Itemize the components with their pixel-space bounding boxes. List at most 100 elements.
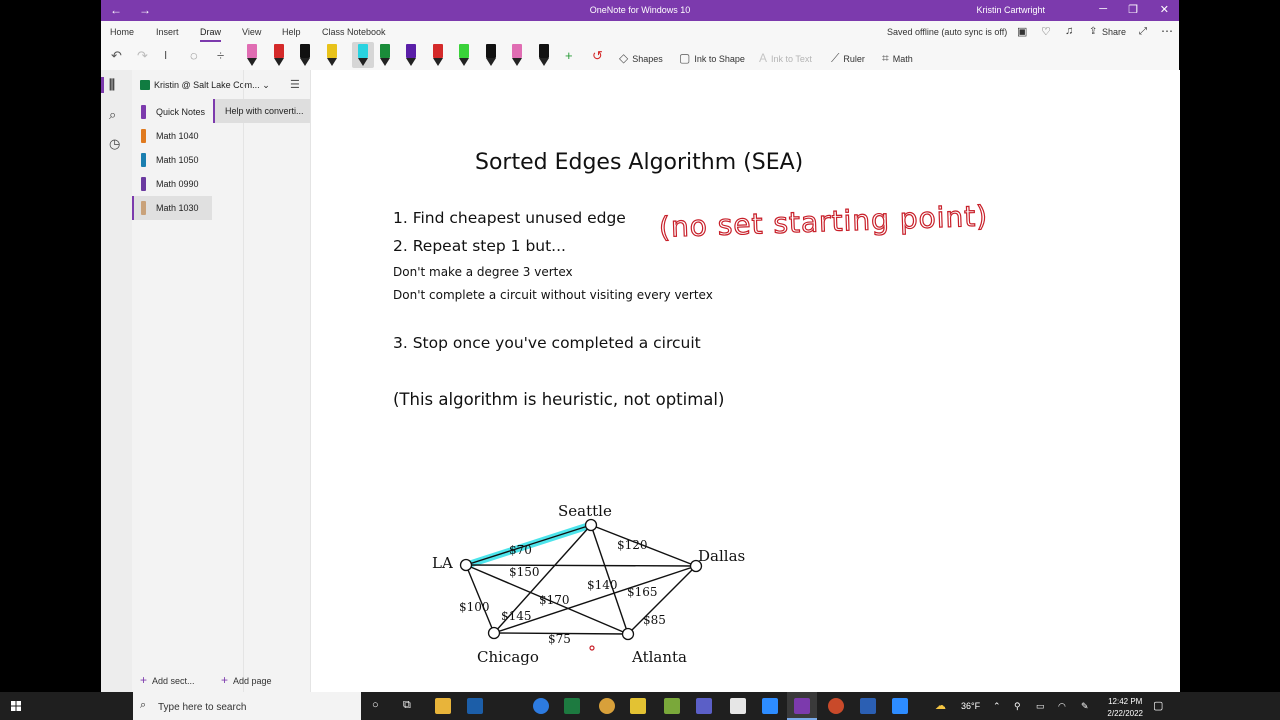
tray-chevron-icon[interactable]: ⌃ [993, 701, 1001, 712]
search-icon[interactable]: ⌕ [109, 107, 116, 123]
rule-1[interactable]: Don't make a degree 3 vertex [393, 265, 573, 279]
tab-draw[interactable]: Draw [200, 27, 222, 42]
heuristic-note[interactable]: (This algorithm is heuristic, not optima… [393, 390, 724, 409]
user-name[interactable]: Kristin Cartwright [976, 5, 1045, 15]
section-math-1040[interactable]: Math 1040 [132, 124, 212, 148]
add-section-button[interactable]: + Add sect... [140, 673, 195, 687]
section-math-1050[interactable]: Math 1050 [132, 148, 212, 172]
notebook-icon[interactable]: ▣ [1017, 25, 1027, 38]
pen-4-icon[interactable] [326, 44, 338, 66]
more-icon[interactable]: ⋯ [1161, 24, 1173, 38]
ruler-icon: ⟋ [831, 51, 840, 65]
notebooks-icon[interactable]: ⫼ [109, 77, 115, 93]
notifications-icon[interactable]: ▢ [1153, 699, 1163, 712]
section-quick-notes[interactable]: Quick Notes [132, 100, 212, 124]
cortana-icon[interactable]: ○ [372, 699, 379, 711]
section-label: Math 1030 [156, 203, 199, 213]
pen-11-icon[interactable] [511, 44, 523, 66]
outlook-icon[interactable] [467, 698, 483, 714]
app-icon[interactable] [664, 698, 680, 714]
windows-start-icon[interactable] [0, 692, 32, 720]
shapes-icon: ◇ [619, 51, 629, 65]
close-icon[interactable]: ✕ [1160, 3, 1169, 16]
pen-12-icon[interactable] [538, 44, 550, 66]
onenote-taskbar-active[interactable] [787, 692, 817, 720]
note-title[interactable]: Sorted Edges Algorithm (SEA) [475, 150, 803, 175]
file-explorer-icon[interactable] [435, 698, 451, 714]
pen-10-icon[interactable] [485, 44, 497, 66]
microphone-icon[interactable]: ⚲ [1014, 701, 1021, 712]
zoom-meeting-icon[interactable] [892, 698, 908, 714]
section-math-1030[interactable]: Math 1030 [132, 196, 212, 220]
ink-replay-icon[interactable]: ↺ [592, 48, 603, 64]
tab-view[interactable]: View [242, 27, 261, 37]
search-icon: ⌕ [140, 699, 147, 711]
chrome-icon[interactable] [599, 698, 615, 714]
share-icon[interactable]: ⇪ [1089, 26, 1097, 37]
notebook-selector[interactable]: Kristin @ Salt Lake Com... ⌄ [154, 80, 270, 91]
ink-to-shape-icon: ▢ [679, 51, 691, 65]
recent-icon[interactable]: ◷ [109, 136, 120, 152]
page-canvas[interactable]: Sorted Edges Algorithm (SEA) 1. Find che… [310, 70, 1180, 692]
taskbar-search[interactable]: ⌕ Type here to search [133, 692, 361, 720]
step-3[interactable]: 3. Stop once you've completed a circuit [393, 334, 701, 352]
add-space-icon[interactable]: ÷ [217, 48, 224, 63]
bell-icon[interactable]: ♫ [1065, 25, 1073, 37]
teams-icon[interactable] [696, 698, 712, 714]
shapes-button[interactable]: ◇ Shapes [619, 51, 663, 65]
pen-workspace-icon[interactable]: ✎ [1081, 701, 1089, 712]
wifi-icon[interactable]: ◠ [1058, 701, 1066, 712]
ink-to-shape-button[interactable]: ▢ Ink to Shape [679, 51, 745, 65]
powerpoint-icon[interactable] [828, 698, 844, 714]
tab-class-notebook[interactable]: Class Notebook [322, 27, 386, 37]
pen-5-icon[interactable] [352, 42, 374, 68]
ink-to-text-button[interactable]: A Ink to Text [759, 51, 812, 65]
tab-home[interactable]: Home [110, 27, 134, 37]
weighted-graph: Seattle LA Dallas Chicago Atlanta $70 $1… [432, 502, 745, 666]
pen-7-icon[interactable] [405, 44, 417, 66]
share-button[interactable]: Share [1102, 27, 1126, 37]
weather-icon[interactable]: ☁ [935, 699, 946, 712]
task-view-icon[interactable]: ⧉ [403, 699, 411, 712]
restore-icon[interactable]: ❐ [1128, 3, 1138, 16]
handwritten-annotation: (no set starting point) [658, 199, 989, 245]
taskbar-clock[interactable]: 12:42 PM 2/22/2022 [1107, 696, 1143, 720]
nav-rail: ⫼ ⌕ ◷ [101, 70, 132, 692]
pen-8-icon[interactable] [432, 44, 444, 66]
tab-help[interactable]: Help [282, 27, 301, 37]
sticky-notes-icon[interactable] [630, 698, 646, 714]
word-icon[interactable] [860, 698, 876, 714]
edge-icon[interactable] [533, 698, 549, 714]
zoom-icon[interactable] [762, 698, 778, 714]
minimize-icon[interactable]: ─ [1099, 3, 1107, 15]
weather-temp[interactable]: 36°F [961, 701, 980, 711]
math-button[interactable]: ⌗ Math [882, 51, 913, 66]
pen-6-icon[interactable] [379, 44, 391, 66]
rule-2[interactable]: Don't complete a circuit without visitin… [393, 288, 713, 302]
section-math-0990[interactable]: Math 0990 [132, 172, 212, 196]
tab-insert[interactable]: Insert [156, 27, 179, 37]
pen-3-icon[interactable] [299, 44, 311, 66]
ink-to-text-label: Ink to Text [771, 54, 812, 64]
battery-icon[interactable]: ▭ [1036, 701, 1045, 712]
section-color-tab [141, 201, 146, 215]
settings-icon[interactable] [730, 698, 746, 714]
fullscreen-icon[interactable]: ⤢ [1139, 26, 1147, 37]
step-2[interactable]: 2. Repeat step 1 but... [393, 237, 566, 255]
pen-2-icon[interactable] [273, 44, 285, 66]
sort-icon[interactable]: ☰ [290, 78, 300, 91]
text-select-icon[interactable]: Ⅰ [164, 49, 167, 62]
lightbulb-icon[interactable]: ♡ [1041, 25, 1051, 38]
vertex-chicago [487, 626, 501, 640]
pen-9-icon[interactable] [458, 44, 470, 66]
ruler-button[interactable]: ⟋ Ruler [831, 51, 865, 66]
add-page-button[interactable]: + Add page [221, 673, 272, 687]
redo-icon[interactable]: ↷ [137, 48, 148, 64]
lasso-select-icon[interactable]: ◌ [190, 48, 198, 63]
add-pen-icon[interactable]: + [565, 48, 573, 63]
pen-1-icon[interactable] [246, 44, 258, 66]
excel-icon[interactable] [564, 698, 580, 714]
page-item[interactable]: Help with converti... [213, 99, 310, 123]
undo-icon[interactable]: ↶ [111, 48, 122, 64]
step-1[interactable]: 1. Find cheapest unused edge [393, 209, 626, 227]
